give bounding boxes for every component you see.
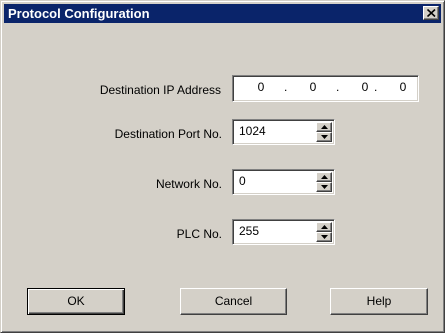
destination-port-spin-buttons (316, 122, 332, 142)
ip-separator: . (374, 80, 378, 94)
plc-number-spinner[interactable]: 255 (232, 219, 335, 245)
network-number-value[interactable]: 0 (239, 174, 246, 188)
close-button[interactable] (423, 6, 439, 20)
ip-octet-3[interactable]: 0 (355, 80, 375, 94)
plc-number-up-button[interactable] (316, 222, 332, 232)
help-button[interactable]: Help (330, 288, 428, 315)
arrow-down-icon (321, 235, 328, 239)
plc-number-spin-buttons (316, 222, 332, 242)
destination-port-up-button[interactable] (316, 122, 332, 132)
destination-port-label: Destination Port No. (114, 127, 222, 141)
ip-octet-4[interactable]: 0 (393, 80, 413, 94)
cancel-button[interactable]: Cancel (180, 288, 287, 315)
arrow-up-icon (321, 225, 328, 229)
network-number-spinner[interactable]: 0 (232, 169, 335, 195)
destination-port-down-button[interactable] (316, 132, 332, 142)
ip-separator: . (284, 80, 288, 94)
arrow-down-icon (321, 135, 328, 139)
network-number-label: Network No. (155, 177, 222, 191)
network-number-down-button[interactable] (316, 182, 332, 192)
plc-number-value[interactable]: 255 (239, 224, 259, 238)
destination-port-value[interactable]: 1024 (239, 124, 266, 138)
destination-ip-label: Destination IP Address (99, 83, 221, 97)
title-bar[interactable]: Protocol Configuration (4, 4, 441, 23)
ip-separator: . (336, 80, 340, 94)
ip-octet-1[interactable]: 0 (251, 80, 271, 94)
network-number-spin-buttons (316, 172, 332, 192)
destination-port-spinner[interactable]: 1024 (232, 119, 335, 145)
ok-button[interactable]: OK (27, 288, 125, 315)
plc-number-down-button[interactable] (316, 232, 332, 242)
ip-octet-2[interactable]: 0 (303, 80, 323, 94)
destination-ip-field[interactable]: 0 . 0 . 0 . 0 (232, 75, 419, 102)
plc-number-label: PLC No. (176, 227, 222, 241)
close-icon (427, 9, 436, 17)
network-number-up-button[interactable] (316, 172, 332, 182)
arrow-down-icon (321, 185, 328, 189)
protocol-configuration-dialog: Protocol Configuration Destination IP Ad… (0, 0, 445, 333)
arrow-up-icon (321, 125, 328, 129)
dialog-title: Protocol Configuration (8, 6, 150, 21)
arrow-up-icon (321, 175, 328, 179)
